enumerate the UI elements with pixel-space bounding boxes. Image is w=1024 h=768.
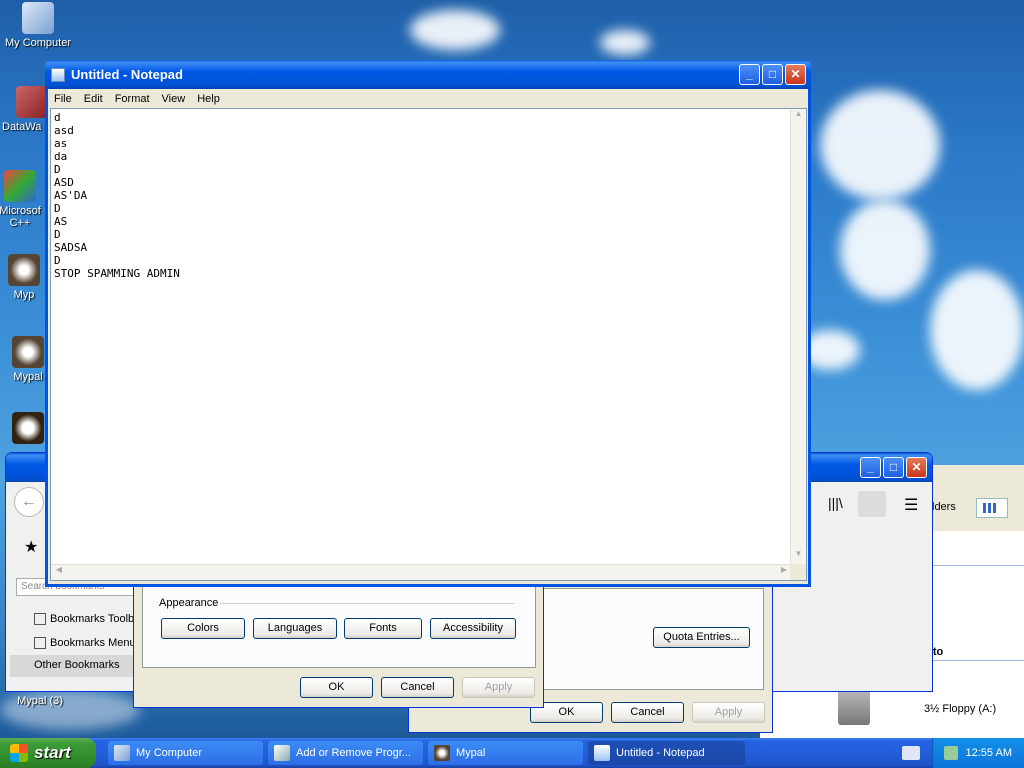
apply-button[interactable]: Apply	[462, 677, 535, 698]
scroll-down-icon[interactable]: ▼	[791, 549, 806, 565]
taskbar-item-label: My Computer	[136, 747, 203, 759]
star-icon[interactable]: ★	[24, 537, 38, 557]
cancel-button[interactable]: Cancel	[381, 677, 454, 698]
mypal-icon	[434, 745, 450, 761]
folders-button-label[interactable]: lders	[932, 501, 956, 513]
desktop-icon-mypal-3[interactable]: Mypal (3)	[0, 695, 80, 707]
notepad-window: Untitled - Notepad _ □ ✕ File Edit Forma…	[45, 60, 811, 587]
notepad-icon	[594, 745, 610, 761]
app-icon	[16, 86, 48, 118]
desktop-icon-label: DataWa	[2, 121, 42, 133]
desktop: My Computer DataWa Microsof C++ Myp Mypa…	[0, 0, 1024, 738]
taskbar-item-label: Untitled - Notepad	[616, 747, 705, 759]
taskbar-item-notepad[interactable]: Untitled - Notepad	[588, 741, 745, 765]
group-divider	[220, 603, 514, 604]
taskbar: start My Computer Add or Remove Progr...…	[0, 738, 1024, 768]
close-button[interactable]: ✕	[785, 64, 806, 85]
text-editor[interactable]: d asd as da D ASD AS'DA D AS D SADSA D S…	[50, 108, 807, 581]
computer-icon	[114, 745, 130, 761]
desktop-icon-label: Mypal (3)	[17, 695, 63, 707]
desktop-icon-label: My Computer	[4, 37, 72, 49]
desktop-icon-my-computer[interactable]: My Computer	[0, 2, 76, 49]
bookmark-folder-icon	[34, 613, 46, 626]
menu-view[interactable]: View	[156, 93, 192, 105]
desktop-icon-label: Microsof C++	[0, 205, 41, 229]
taskbar-item-label: Mypal	[456, 747, 486, 759]
keyboard-icon[interactable]	[902, 746, 920, 760]
bookmark-item-label: Other Bookmarks	[34, 659, 120, 671]
menu-help[interactable]: Help	[191, 93, 226, 105]
fonts-button[interactable]: Fonts	[344, 618, 422, 639]
notepad-icon	[51, 67, 65, 82]
maximize-button[interactable]: □	[883, 457, 904, 478]
windows-logo-icon	[10, 744, 28, 762]
bookmark-item-label: Bookmarks Toolba	[50, 613, 141, 625]
computer-icon	[22, 2, 54, 34]
editor-content[interactable]: d asd as da D ASD AS'DA D AS D SADSA D S…	[51, 109, 806, 282]
views-icon	[983, 503, 997, 513]
sidebar-toggle-icon[interactable]	[858, 491, 886, 517]
maximize-button[interactable]: □	[762, 64, 783, 85]
taskbar-item-my-computer[interactable]: My Computer	[108, 741, 263, 765]
appearance-label: Appearance	[159, 597, 219, 609]
mypal-icon	[12, 412, 44, 444]
vertical-scrollbar[interactable]: ▲ ▼	[790, 109, 806, 565]
bookmark-item[interactable]: Bookmarks Toolba	[34, 613, 141, 626]
start-label: start	[34, 743, 71, 762]
views-button[interactable]	[976, 498, 1008, 518]
cloud	[930, 270, 1024, 390]
menu-file[interactable]: File	[48, 93, 78, 105]
minimize-button[interactable]: _	[739, 64, 760, 85]
scroll-up-icon[interactable]: ▲	[791, 109, 806, 125]
internet-options-dialog: Appearance Colors Languages Fonts Access…	[133, 580, 544, 708]
library-icon[interactable]: |||\	[828, 495, 843, 511]
floppy-item[interactable]: 3½ Floppy (A:)	[924, 703, 996, 715]
minimize-button[interactable]: _	[860, 457, 881, 478]
languages-button[interactable]: Languages	[253, 618, 337, 639]
bookmark-item[interactable]: Bookmarks Menu	[34, 637, 136, 650]
horizontal-scrollbar[interactable]: ◀ ▶	[51, 564, 792, 580]
desktop-icon-label: Myp	[13, 289, 35, 301]
menu-icon[interactable]: ☰	[904, 495, 918, 515]
floppy-drive-icon	[838, 689, 870, 725]
cloud	[410, 10, 500, 50]
visual-cpp-icon	[4, 170, 36, 202]
cancel-button[interactable]: Cancel	[611, 702, 684, 723]
taskbar-item-mypal[interactable]: Mypal	[428, 741, 583, 765]
start-button[interactable]: start	[0, 738, 96, 768]
accessibility-button[interactable]: Accessibility	[430, 618, 516, 639]
bookmark-folder-icon	[34, 637, 46, 650]
resize-grip[interactable]	[790, 564, 806, 580]
system-tray: 12:55 AM	[932, 738, 1024, 768]
cloud	[600, 30, 650, 55]
bookmark-item-selected[interactable]: Other Bookmarks	[10, 655, 140, 677]
add-remove-programs-icon	[274, 745, 290, 761]
close-button[interactable]: ✕	[906, 457, 927, 478]
network-icon[interactable]	[943, 746, 958, 760]
cloud	[840, 200, 930, 300]
window-title: Untitled - Notepad	[71, 67, 183, 82]
quota-entries-button[interactable]: Quota Entries...	[653, 627, 750, 648]
menu-bar: File Edit Format View Help	[48, 89, 808, 108]
taskbar-item-add-remove[interactable]: Add or Remove Progr...	[268, 741, 423, 765]
clock[interactable]: 12:55 AM	[966, 747, 1012, 759]
taskbar-item-label: Add or Remove Progr...	[296, 747, 411, 759]
scroll-left-icon[interactable]: ◀	[51, 565, 67, 580]
notepad-titlebar[interactable]: Untitled - Notepad _ □ ✕	[45, 60, 811, 89]
cloud	[820, 90, 940, 200]
apply-button[interactable]: Apply	[692, 702, 765, 723]
menu-edit[interactable]: Edit	[78, 93, 109, 105]
mypal-icon	[12, 336, 44, 368]
menu-format[interactable]: Format	[109, 93, 156, 105]
ok-button[interactable]: OK	[300, 677, 373, 698]
desktop-icon-label: Mypal	[13, 371, 43, 383]
mypal-icon	[8, 254, 40, 286]
desktop-icon-msvc[interactable]: Microsof C++	[0, 170, 48, 229]
back-button[interactable]: ←	[14, 487, 44, 517]
bookmark-item-label: Bookmarks Menu	[50, 637, 136, 649]
colors-button[interactable]: Colors	[161, 618, 245, 639]
